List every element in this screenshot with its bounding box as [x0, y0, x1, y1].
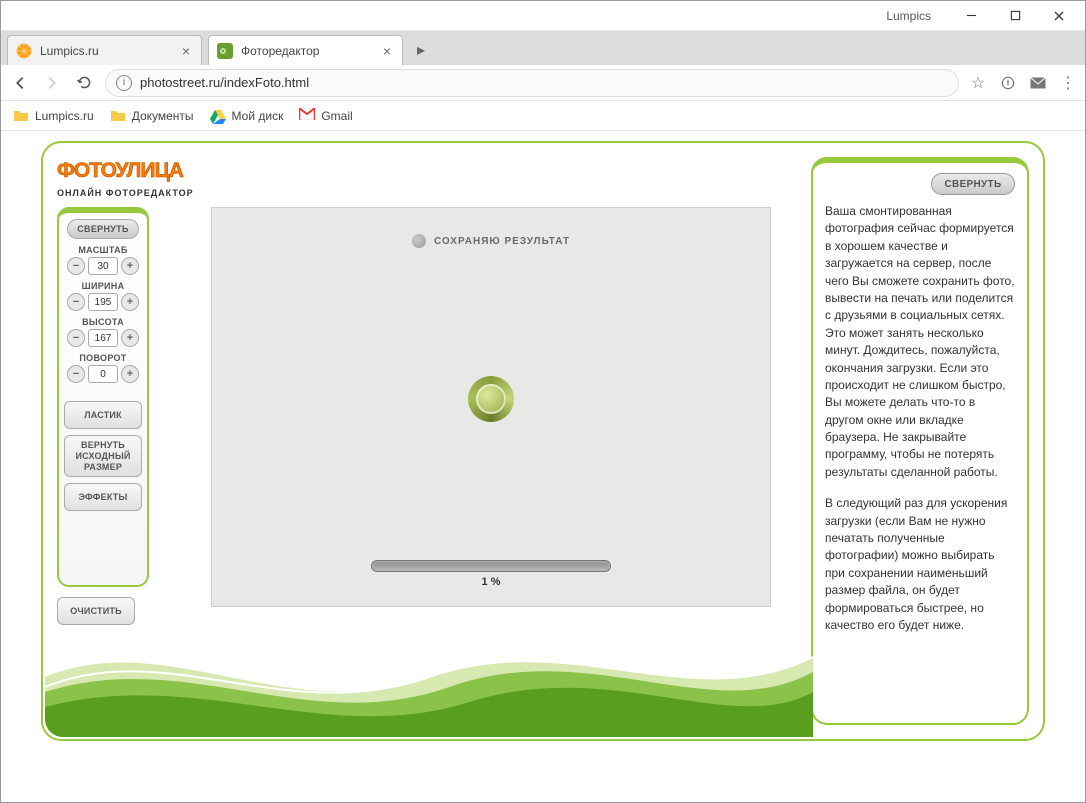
- address-bar: i photostreet.ru/indexFoto.html ☆ ⋮: [1, 65, 1085, 101]
- close-button[interactable]: [1037, 2, 1081, 30]
- svg-text:ФОТОУЛИЦА: ФОТОУЛИЦА: [57, 159, 184, 182]
- url-text: photostreet.ru/indexFoto.html: [140, 75, 309, 90]
- left-toolbox: СВЕРНУТЬ МАСШТАБ − 30 +: [57, 207, 149, 587]
- collapse-button[interactable]: СВЕРНУТЬ: [67, 219, 139, 239]
- right-info-panel: СВЕРНУТЬ Ваша смонтированная фотография …: [811, 157, 1029, 725]
- bookmark-lumpics[interactable]: Lumpics.ru: [13, 108, 94, 124]
- folder-icon: [110, 108, 126, 124]
- close-icon[interactable]: ×: [179, 44, 193, 58]
- address-actions: ☆ ⋮: [969, 74, 1077, 92]
- logo-text: ФОТОУЛИЦА: [57, 157, 207, 183]
- window-title: Lumpics: [886, 9, 931, 23]
- collapse-button[interactable]: СВЕРНУТЬ: [931, 173, 1015, 195]
- bookmark-drive[interactable]: Мой диск: [210, 108, 284, 124]
- scale-control: МАСШТАБ − 30 +: [63, 245, 143, 275]
- width-control: ШИРИНА − 195 +: [63, 281, 143, 311]
- tab-photoeditor[interactable]: Фоторедактор ×: [208, 35, 403, 65]
- minus-button[interactable]: −: [67, 329, 85, 347]
- saving-label: СОХРАНЯЮ РЕЗУЛЬТАТ: [412, 234, 570, 248]
- plus-button[interactable]: +: [121, 329, 139, 347]
- logo: ФОТОУЛИЦА ОНЛАЙН ФОТОРЕДАКТОР: [57, 157, 207, 198]
- viewport: ФОТОУЛИЦА ОНЛАЙН ФОТОРЕДАКТОР СВЕРНУТЬ М…: [1, 131, 1085, 802]
- titlebar: Lumpics: [1, 1, 1085, 31]
- plus-button[interactable]: +: [121, 365, 139, 383]
- minus-button[interactable]: −: [67, 257, 85, 275]
- height-value[interactable]: 167: [88, 329, 118, 347]
- maximize-button[interactable]: [993, 2, 1037, 30]
- back-button[interactable]: [9, 72, 31, 94]
- mail-icon[interactable]: [1029, 74, 1047, 92]
- orange-icon: [16, 43, 32, 59]
- window: Lumpics Lumpics.ru × Фоторедактор × ▸: [0, 0, 1086, 803]
- info-icon[interactable]: i: [116, 75, 132, 91]
- wave-decoration: [45, 617, 813, 737]
- bookmarks-bar: Lumpics.ru Документы Мой диск Gmail: [1, 101, 1085, 131]
- chameleon-icon: [217, 43, 233, 59]
- page-scroll[interactable]: ФОТОУЛИЦА ОНЛАЙН ФОТОРЕДАКТОР СВЕРНУТЬ М…: [1, 131, 1085, 802]
- eraser-button[interactable]: ЛАСТИК: [64, 401, 142, 429]
- width-value[interactable]: 195: [88, 293, 118, 311]
- omnibox[interactable]: i photostreet.ru/indexFoto.html: [105, 69, 959, 97]
- logo-subtitle: ОНЛАЙН ФОТОРЕДАКТОР: [57, 188, 207, 198]
- bookmark-gmail[interactable]: Gmail: [299, 108, 352, 124]
- progress: 1 %: [371, 560, 611, 588]
- plus-button[interactable]: +: [121, 293, 139, 311]
- minimize-button[interactable]: [949, 2, 993, 30]
- menu-icon[interactable]: ⋮: [1059, 74, 1077, 92]
- drive-icon: [210, 108, 226, 124]
- close-icon[interactable]: ×: [380, 44, 394, 58]
- canvas: СОХРАНЯЮ РЕЗУЛЬТАТ 1 %: [211, 207, 771, 607]
- rotate-control: ПОВОРОТ − 0 +: [63, 353, 143, 383]
- forward-button[interactable]: [41, 72, 63, 94]
- gmail-icon: [299, 108, 315, 124]
- minus-button[interactable]: −: [67, 293, 85, 311]
- scale-value[interactable]: 30: [88, 257, 118, 275]
- spinner-icon: [468, 376, 514, 422]
- app-frame: ФОТОУЛИЦА ОНЛАЙН ФОТОРЕДАКТОР СВЕРНУТЬ М…: [41, 141, 1045, 741]
- tab-label: Фоторедактор: [241, 44, 319, 58]
- reload-button[interactable]: [73, 72, 95, 94]
- reset-size-button[interactable]: ВЕРНУТЬ ИСХОДНЫЙ РАЗМЕР: [64, 435, 142, 477]
- plus-button[interactable]: +: [121, 257, 139, 275]
- minus-button[interactable]: −: [67, 365, 85, 383]
- progress-text: 1 %: [371, 576, 611, 588]
- bookmark-documents[interactable]: Документы: [110, 108, 194, 124]
- tab-label: Lumpics.ru: [40, 44, 99, 58]
- effects-button[interactable]: ЭФФЕКТЫ: [64, 483, 142, 511]
- star-icon[interactable]: ☆: [969, 74, 987, 92]
- height-control: ВЫСОТА − 167 +: [63, 317, 143, 347]
- tab-strip: Lumpics.ru × Фоторедактор × ▸: [1, 31, 1085, 65]
- info-text: Ваша смонтированная фотография сейчас фо…: [825, 203, 1015, 648]
- progress-bar: [371, 560, 611, 572]
- folder-icon: [13, 108, 29, 124]
- bullet-icon: [412, 234, 426, 248]
- rotate-value[interactable]: 0: [88, 365, 118, 383]
- tab-lumpics[interactable]: Lumpics.ru ×: [7, 35, 202, 65]
- key-icon[interactable]: [999, 74, 1017, 92]
- new-tab-button[interactable]: ▸: [409, 38, 433, 62]
